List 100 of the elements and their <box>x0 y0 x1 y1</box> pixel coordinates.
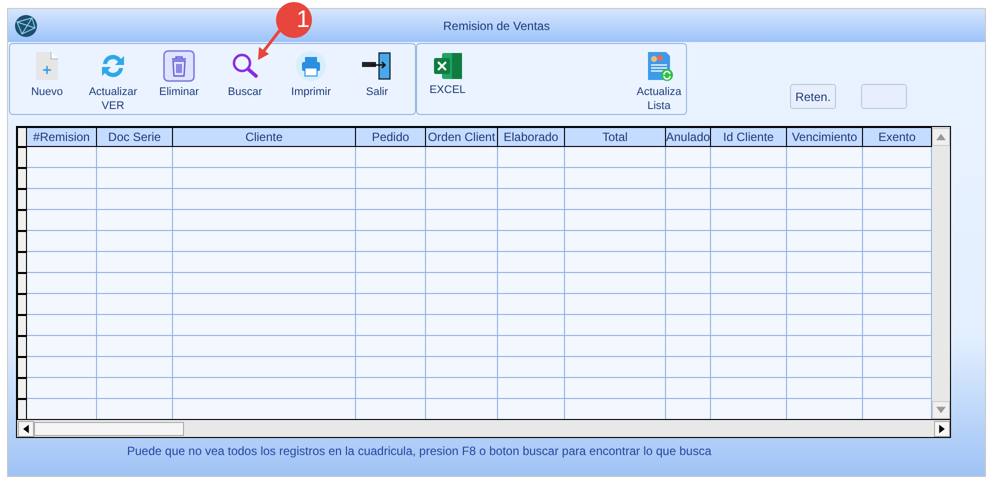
table-cell[interactable] <box>863 378 932 399</box>
table-cell[interactable] <box>666 147 711 168</box>
column-header[interactable]: #Remision <box>27 127 97 147</box>
table-cell[interactable] <box>426 273 498 294</box>
table-cell[interactable] <box>426 189 498 210</box>
table-cell[interactable] <box>27 168 97 189</box>
table-cell[interactable] <box>498 147 565 168</box>
table-cell[interactable] <box>711 294 787 315</box>
table-cell[interactable] <box>666 315 711 336</box>
table-cell[interactable] <box>173 168 356 189</box>
table-cell[interactable] <box>426 231 498 252</box>
new-button[interactable]: Nuevo <box>14 44 80 114</box>
column-header[interactable]: Cliente <box>173 127 356 147</box>
table-cell[interactable] <box>498 336 565 357</box>
table-cell[interactable] <box>565 210 666 231</box>
table-cell[interactable] <box>97 315 173 336</box>
table-cell[interactable] <box>173 315 356 336</box>
table-cell[interactable] <box>97 210 173 231</box>
scroll-thumb[interactable] <box>34 422 184 436</box>
table-cell[interactable] <box>97 378 173 399</box>
table-cell[interactable] <box>97 168 173 189</box>
table-cell[interactable] <box>787 378 863 399</box>
table-cell[interactable] <box>565 315 666 336</box>
table-cell[interactable] <box>863 189 932 210</box>
table-cell[interactable] <box>863 168 932 189</box>
column-header[interactable]: Pedido <box>356 127 426 147</box>
table-cell[interactable] <box>27 147 97 168</box>
column-header[interactable]: Exento <box>863 127 932 147</box>
table-cell[interactable] <box>666 168 711 189</box>
column-header[interactable]: Vencimiento <box>787 127 863 147</box>
column-header[interactable]: Doc Serie <box>97 127 173 147</box>
table-cell[interactable] <box>666 378 711 399</box>
table-cell[interactable] <box>711 273 787 294</box>
table-cell[interactable] <box>356 357 426 378</box>
table-cell[interactable] <box>787 147 863 168</box>
table-cell[interactable] <box>426 357 498 378</box>
table-cell[interactable] <box>426 378 498 399</box>
table-cell[interactable] <box>27 378 97 399</box>
table-cell[interactable] <box>498 252 565 273</box>
table-cell[interactable] <box>356 210 426 231</box>
table-cell[interactable] <box>426 210 498 231</box>
table-cell[interactable] <box>426 147 498 168</box>
vertical-scrollbar[interactable] <box>932 127 950 419</box>
table-cell[interactable] <box>173 210 356 231</box>
table-cell[interactable] <box>565 378 666 399</box>
reten-button[interactable]: Reten. <box>790 84 836 109</box>
table-cell[interactable] <box>711 315 787 336</box>
table-cell[interactable] <box>27 315 97 336</box>
table-cell[interactable] <box>426 336 498 357</box>
table-cell[interactable] <box>666 273 711 294</box>
table-cell[interactable] <box>863 336 932 357</box>
table-cell[interactable] <box>565 168 666 189</box>
table-cell[interactable] <box>498 189 565 210</box>
table-cell[interactable] <box>173 147 356 168</box>
print-button[interactable]: Imprimir <box>278 44 344 114</box>
table-cell[interactable] <box>173 231 356 252</box>
table-cell[interactable] <box>711 168 787 189</box>
refresh-button[interactable]: Actualizar VER <box>80 44 146 114</box>
table-cell[interactable] <box>565 252 666 273</box>
table-cell[interactable] <box>498 378 565 399</box>
table-cell[interactable] <box>787 231 863 252</box>
table-cell[interactable] <box>97 231 173 252</box>
table-cell[interactable] <box>173 378 356 399</box>
table-cell[interactable] <box>863 231 932 252</box>
table-cell[interactable] <box>565 273 666 294</box>
table-cell[interactable] <box>863 357 932 378</box>
excel-button[interactable]: EXCEL <box>425 44 470 114</box>
table-cell[interactable] <box>711 336 787 357</box>
table-cell[interactable] <box>565 294 666 315</box>
table-cell[interactable] <box>787 315 863 336</box>
scroll-right-icon[interactable] <box>934 420 950 436</box>
search-button[interactable]: Buscar <box>212 44 278 114</box>
column-header[interactable]: Elaborado <box>498 127 565 147</box>
table-cell[interactable] <box>863 315 932 336</box>
table-cell[interactable] <box>173 336 356 357</box>
table-cell[interactable] <box>666 210 711 231</box>
table-cell[interactable] <box>97 273 173 294</box>
delete-button[interactable]: Eliminar <box>146 44 212 114</box>
table-cell[interactable] <box>356 147 426 168</box>
table-cell[interactable] <box>787 357 863 378</box>
table-cell[interactable] <box>173 252 356 273</box>
table-cell[interactable] <box>97 189 173 210</box>
table-cell[interactable] <box>863 210 932 231</box>
table-cell[interactable] <box>787 189 863 210</box>
table-cell[interactable] <box>666 252 711 273</box>
table-cell[interactable] <box>173 189 356 210</box>
column-header[interactable]: Id Cliente <box>711 127 787 147</box>
table-cell[interactable] <box>27 336 97 357</box>
table-cell[interactable] <box>356 252 426 273</box>
table-cell[interactable] <box>711 378 787 399</box>
table-cell[interactable] <box>863 252 932 273</box>
table-cell[interactable] <box>173 273 356 294</box>
table-cell[interactable] <box>787 168 863 189</box>
table-cell[interactable] <box>498 315 565 336</box>
table-cell[interactable] <box>356 273 426 294</box>
table-cell[interactable] <box>498 231 565 252</box>
table-cell[interactable] <box>787 273 863 294</box>
table-cell[interactable] <box>356 294 426 315</box>
update-list-button[interactable]: Actualiza Lista <box>632 44 686 114</box>
table-cell[interactable] <box>27 210 97 231</box>
